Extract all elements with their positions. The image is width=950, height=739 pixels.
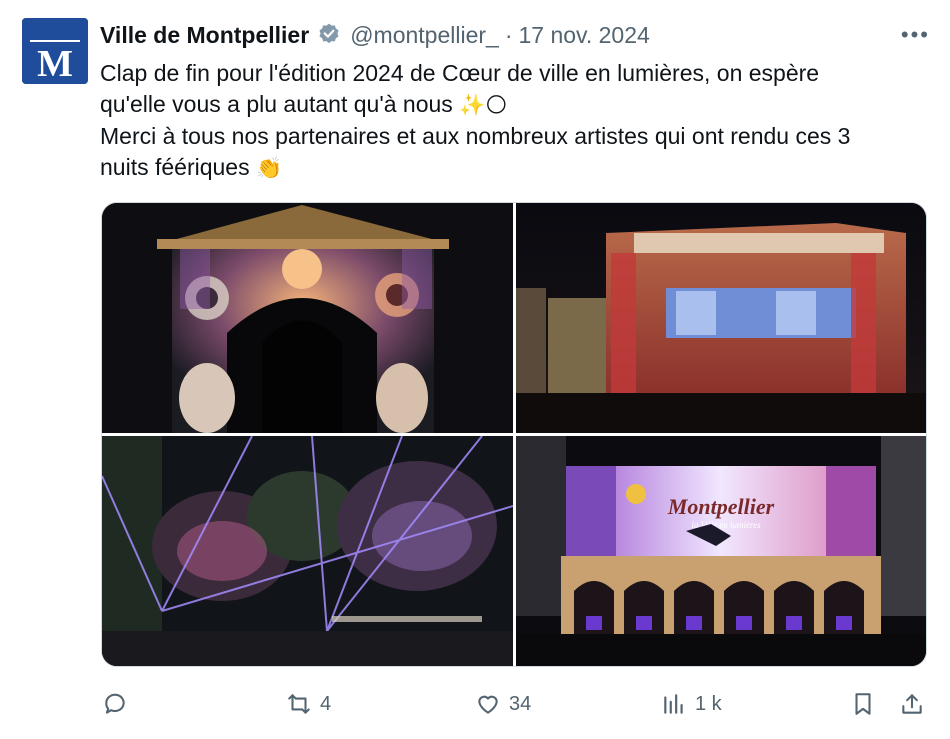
views-count: 1 k — [695, 692, 722, 715]
bookmark-button[interactable] — [850, 684, 876, 724]
heart-icon — [478, 695, 498, 714]
tweet-header: Ville de Montpellier @montpellier_ · 17 … — [100, 20, 930, 50]
author-avatar[interactable]: M — [22, 18, 88, 84]
tweet-date[interactable]: 17 nov. 2024 — [519, 22, 650, 49]
tweet-actions: 4 34 1 k — [100, 684, 928, 724]
photo-illuminated-arch[interactable] — [102, 203, 513, 433]
author-handle[interactable]: @montpellier_ — [350, 22, 499, 49]
reply-icon — [105, 693, 125, 714]
photo-theatre-projection[interactable] — [516, 203, 926, 433]
media-grid: Montpellier la Ville en lumières — [101, 202, 927, 667]
tweet-line-2: qu'elle vous a plu autant qu'à nous ✨🌕 — [100, 89, 920, 121]
author-name[interactable]: Ville de Montpellier — [100, 22, 309, 49]
avatar-letter: M — [37, 43, 73, 84]
photo4-banner-title: Montpellier — [667, 494, 775, 519]
retweet-count: 4 — [320, 692, 332, 715]
photo-montpellier-projection[interactable]: Montpellier la Ville en lumières — [516, 436, 926, 666]
analytics-bars-icon — [664, 694, 683, 714]
tweet-line-4-text: nuits féériques — [100, 154, 250, 180]
tweet-text: Clap de fin pour l'édition 2024 de Cœur … — [100, 58, 920, 184]
tweet-line-1: Clap de fin pour l'édition 2024 de Cœur … — [100, 60, 820, 86]
share-icon — [902, 694, 922, 714]
retweet-icon — [288, 694, 310, 714]
bookmark-icon — [855, 693, 871, 715]
verified-badge-icon[interactable] — [316, 22, 342, 48]
share-button[interactable] — [899, 684, 925, 724]
tweet-line-4: nuits féériques 👏 — [100, 152, 920, 184]
sparkles-moon-emoji: ✨🌕 — [459, 93, 508, 117]
photo-garden-lasers[interactable] — [102, 436, 513, 666]
tweet-line-3: Merci à tous nos partenaires et aux nomb… — [100, 123, 851, 149]
clapping-hands-emoji: 👏 — [255, 156, 283, 180]
reply-button[interactable] — [102, 684, 128, 724]
views-button[interactable]: 1 k — [661, 684, 722, 724]
like-button[interactable]: 34 — [475, 684, 531, 724]
header-separator: · — [504, 21, 513, 48]
like-count: 34 — [509, 692, 532, 715]
tweet-line-2-text: qu'elle vous a plu autant qu'à nous — [100, 91, 453, 117]
more-options-icon[interactable]: ••• — [901, 20, 930, 50]
retweet-button[interactable]: 4 — [286, 684, 331, 724]
